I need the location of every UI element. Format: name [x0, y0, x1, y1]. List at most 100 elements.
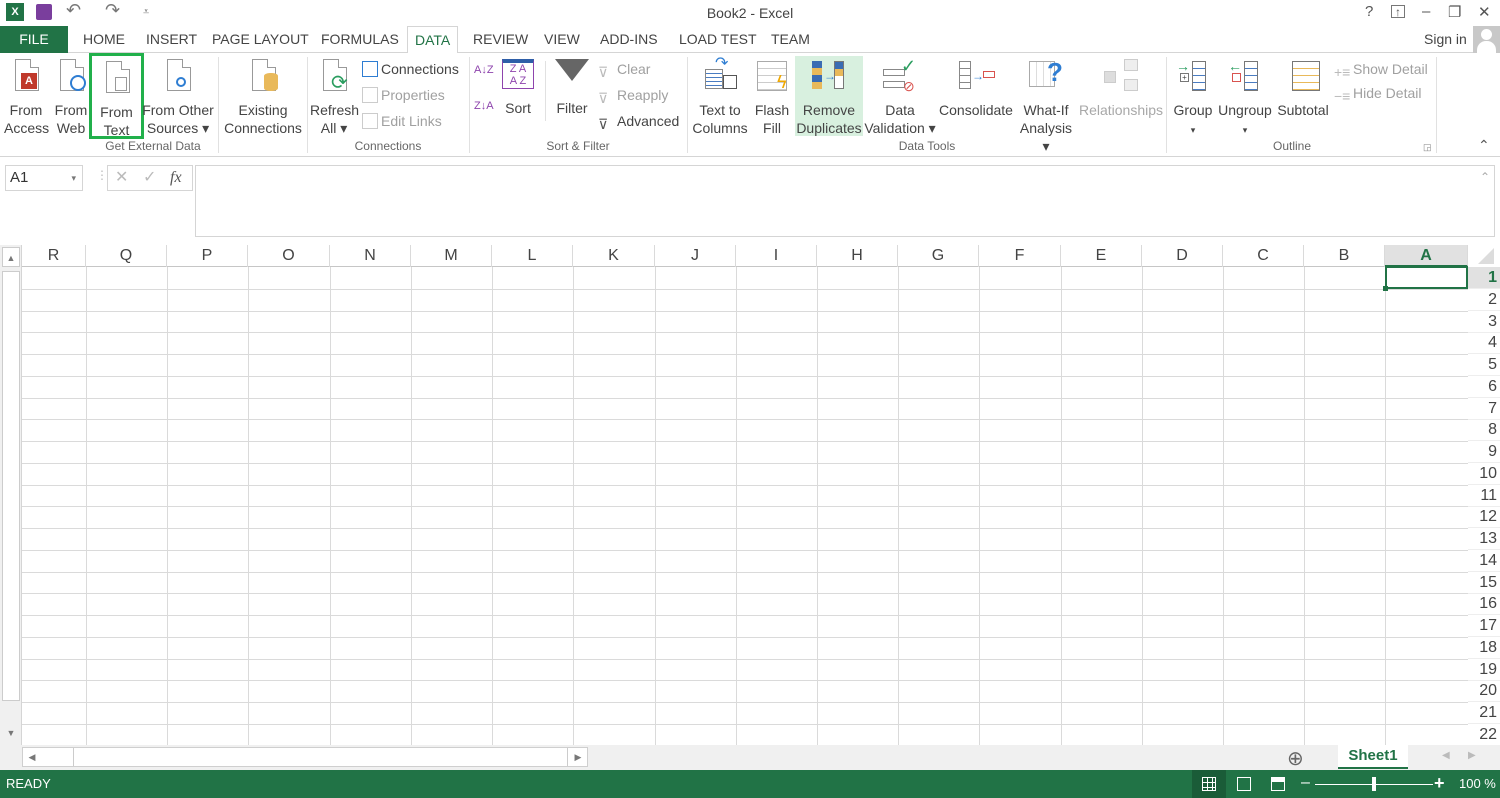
- scroll-right-icon[interactable]: ▶: [569, 748, 587, 766]
- help-button[interactable]: ?: [1365, 3, 1373, 20]
- column-header-l[interactable]: L: [492, 245, 573, 267]
- zoom-out-button[interactable]: –: [1301, 774, 1310, 792]
- row-header-7[interactable]: 7: [1468, 398, 1500, 420]
- column-header-e[interactable]: E: [1061, 245, 1142, 267]
- formula-input[interactable]: [195, 165, 1495, 237]
- column-header-f[interactable]: F: [979, 245, 1061, 267]
- ribbon-display-options-button[interactable]: ↑: [1391, 5, 1405, 18]
- subtotal-button[interactable]: Subtotal: [1274, 57, 1332, 119]
- scroll-left-icon[interactable]: ◀: [23, 748, 41, 766]
- row-header-19[interactable]: 19: [1468, 659, 1500, 681]
- zoom-in-button[interactable]: +: [1434, 773, 1445, 794]
- redo-icon[interactable]: ↷: [105, 0, 120, 21]
- row-header-10[interactable]: 10: [1468, 463, 1500, 485]
- row-header-21[interactable]: 21: [1468, 702, 1500, 724]
- row-header-20[interactable]: 20: [1468, 680, 1500, 703]
- insert-function-icon[interactable]: fx: [170, 166, 182, 190]
- column-header-q[interactable]: Q: [86, 245, 167, 267]
- advanced-filter-button[interactable]: ⊽ Advanced: [598, 110, 679, 132]
- row-header-5[interactable]: 5: [1468, 354, 1500, 376]
- from-access-button[interactable]: A From Access: [4, 57, 49, 137]
- row-header-11[interactable]: 11: [1468, 485, 1500, 507]
- sheet-scroll-left-icon[interactable]: ◀: [1442, 750, 1450, 761]
- column-header-b[interactable]: B: [1304, 245, 1385, 267]
- row-header-17[interactable]: 17: [1468, 615, 1500, 637]
- tab-insert[interactable]: INSERT: [139, 26, 204, 53]
- row-header-14[interactable]: 14: [1468, 550, 1500, 572]
- from-web-button[interactable]: From Web: [50, 57, 92, 137]
- name-box-dropdown-icon[interactable]: ▾: [71, 166, 76, 190]
- tab-team[interactable]: TEAM: [764, 26, 817, 53]
- restore-button[interactable]: ❐: [1448, 3, 1461, 21]
- column-header-g[interactable]: G: [898, 245, 979, 267]
- column-header-k[interactable]: K: [573, 245, 655, 267]
- tab-page-layout[interactable]: PAGE LAYOUT: [205, 26, 316, 53]
- group-button[interactable]: → + Group ▾: [1170, 57, 1216, 139]
- zoom-slider-thumb[interactable]: [1372, 777, 1376, 791]
- filter-button[interactable]: Filter: [551, 59, 593, 117]
- undo-icon[interactable]: ↶: [66, 0, 81, 21]
- column-header-j[interactable]: J: [655, 245, 736, 267]
- normal-view-button[interactable]: [1192, 770, 1226, 798]
- sort-z-to-a-button[interactable]: Z↓A: [474, 101, 494, 123]
- row-header-2[interactable]: 2: [1468, 289, 1500, 311]
- text-to-columns-button[interactable]: ↷ Text to Columns: [690, 55, 750, 137]
- remove-duplicates-button[interactable]: → Remove Duplicates: [795, 56, 863, 136]
- outline-dialog-launcher-icon[interactable]: ◲: [1423, 142, 1432, 153]
- row-header-22[interactable]: 22: [1468, 724, 1500, 745]
- column-header-r[interactable]: R: [22, 245, 86, 267]
- column-header-h[interactable]: H: [817, 245, 898, 267]
- selected-cell-a1[interactable]: [1385, 266, 1468, 289]
- column-header-m[interactable]: M: [411, 245, 492, 267]
- refresh-all-button[interactable]: ⟳ Refresh All ▾: [310, 57, 359, 137]
- row-header-9[interactable]: 9: [1468, 441, 1500, 463]
- column-header-a[interactable]: A: [1385, 245, 1468, 267]
- row-header-6[interactable]: 6: [1468, 376, 1500, 398]
- user-avatar-icon[interactable]: [1473, 26, 1500, 53]
- row-header-4[interactable]: 4: [1468, 332, 1500, 355]
- column-header-d[interactable]: D: [1142, 245, 1223, 267]
- minimize-button[interactable]: –: [1422, 3, 1430, 20]
- sheet-tab-sheet1[interactable]: Sheet1: [1338, 745, 1408, 769]
- tab-file[interactable]: FILE: [0, 26, 68, 53]
- column-header-c[interactable]: C: [1223, 245, 1304, 267]
- select-all-button[interactable]: [1468, 245, 1500, 267]
- page-layout-view-icon[interactable]: [1237, 777, 1251, 791]
- tab-review[interactable]: REVIEW: [466, 26, 535, 53]
- consolidate-button[interactable]: → Consolidate: [938, 57, 1014, 119]
- collapse-ribbon-icon[interactable]: ⌃: [1478, 137, 1490, 154]
- tab-view[interactable]: VIEW: [537, 26, 587, 53]
- tab-home[interactable]: HOME: [76, 26, 132, 53]
- sort-button[interactable]: Z AA Z Sort: [499, 59, 537, 117]
- sort-a-to-z-button[interactable]: A↓Z: [474, 65, 494, 87]
- vertical-scroll-thumb[interactable]: [2, 271, 20, 701]
- new-sheet-button[interactable]: ⊕: [1287, 746, 1304, 771]
- tab-formulas[interactable]: FORMULAS: [314, 26, 406, 53]
- row-header-18[interactable]: 18: [1468, 637, 1500, 659]
- row-header-13[interactable]: 13: [1468, 528, 1500, 550]
- horizontal-scrollbar[interactable]: ◀ ▶: [22, 747, 588, 767]
- page-break-preview-icon[interactable]: [1271, 777, 1285, 791]
- scroll-down-icon[interactable]: ▼: [2, 723, 20, 743]
- row-header-15[interactable]: 15: [1468, 572, 1500, 594]
- row-header-3[interactable]: 3: [1468, 311, 1500, 333]
- zoom-level[interactable]: 100 %: [1459, 776, 1496, 791]
- name-box[interactable]: A1 ▾: [5, 165, 83, 191]
- row-header-16[interactable]: 16: [1468, 593, 1500, 616]
- column-header-o[interactable]: O: [248, 245, 330, 267]
- row-header-1[interactable]: 1: [1468, 267, 1500, 289]
- sheet-scroll-right-icon[interactable]: ▶: [1468, 750, 1476, 761]
- tab-data[interactable]: DATA: [407, 26, 459, 54]
- horizontal-scroll-thumb[interactable]: [73, 748, 568, 766]
- formula-bar-collapse-icon[interactable]: ⌃: [1480, 170, 1490, 184]
- save-icon[interactable]: [36, 4, 52, 20]
- tab-add-ins[interactable]: ADD-INS: [593, 26, 665, 53]
- connections-button[interactable]: Connections: [362, 58, 459, 80]
- column-header-n[interactable]: N: [330, 245, 411, 267]
- from-text-button[interactable]: From Text: [89, 53, 144, 139]
- enter-entry-icon[interactable]: ✓: [143, 166, 156, 190]
- vertical-scrollbar[interactable]: ▲ ▼: [0, 245, 22, 745]
- close-button[interactable]: ✕: [1478, 3, 1491, 21]
- sign-in-link[interactable]: Sign in: [1417, 26, 1474, 53]
- ungroup-button[interactable]: ← Ungroup ▾: [1216, 57, 1274, 139]
